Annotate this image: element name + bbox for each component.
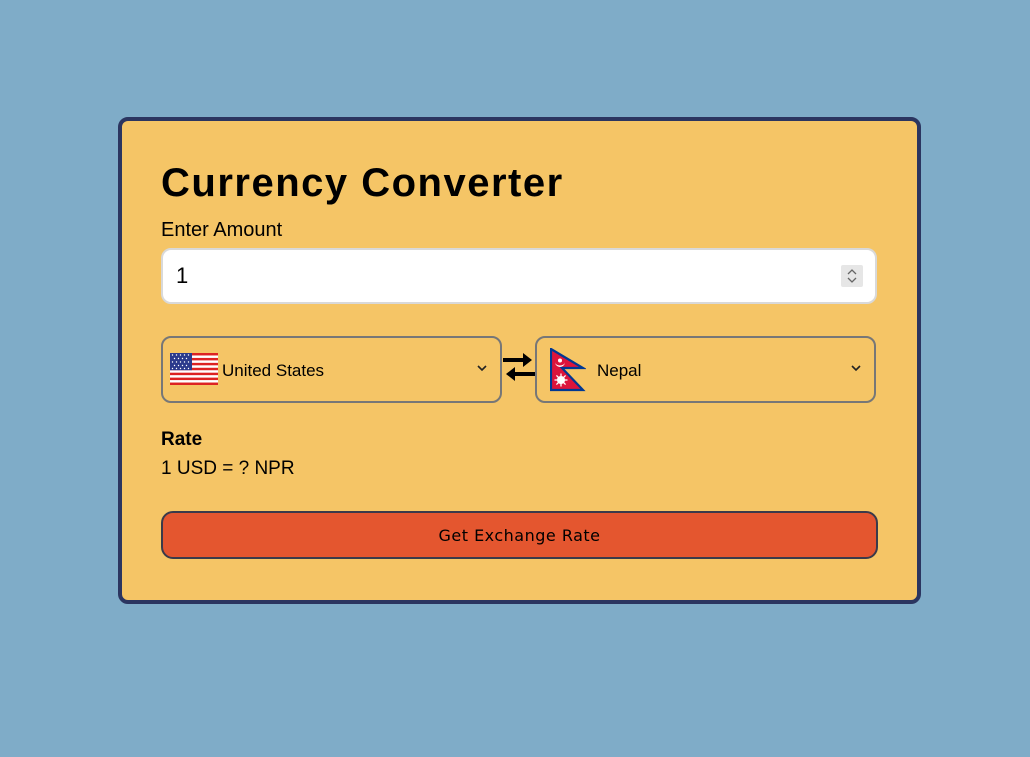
us-flag-icon: [170, 353, 218, 385]
get-exchange-rate-button[interactable]: Get Exchange Rate: [161, 511, 878, 559]
amount-input[interactable]: [176, 250, 816, 302]
from-country-select[interactable]: United States: [161, 336, 502, 403]
rate-value: 1 USD = ? NPR: [161, 458, 295, 479]
to-country-select[interactable]: Nepal: [535, 336, 876, 403]
converter-card: Currency Converter Enter Amount 1 United…: [118, 117, 921, 604]
amount-field[interactable]: [161, 248, 877, 304]
page-title: Currency Converter: [161, 161, 564, 205]
nepal-flag-icon: [550, 348, 586, 392]
chevron-down-icon: [851, 365, 861, 372]
rate-heading: Rate: [161, 429, 203, 450]
number-spinner[interactable]: [841, 265, 863, 287]
spinner-arrows-icon: [847, 269, 857, 283]
swap-arrows-icon[interactable]: [501, 350, 537, 386]
chevron-down-icon: [477, 365, 487, 372]
from-country-name: United States: [222, 361, 325, 380]
to-country-name: Nepal: [597, 361, 642, 380]
amount-label: Enter Amount: [161, 219, 283, 241]
